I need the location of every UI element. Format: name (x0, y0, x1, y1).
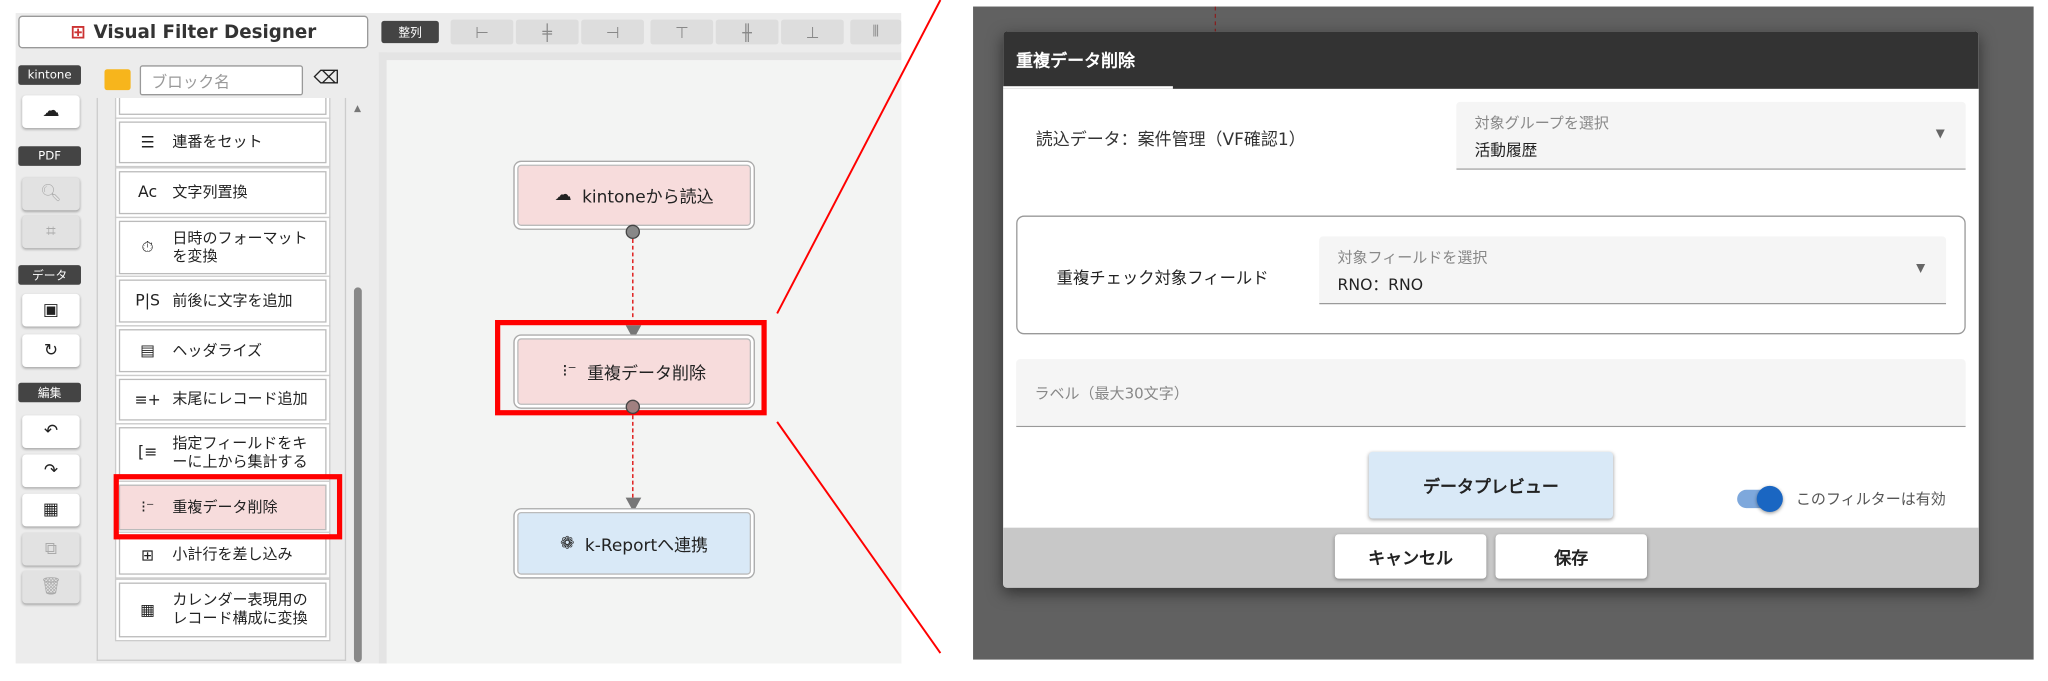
dup-field-label: 重複チェック対象フィールド (1056, 267, 1269, 288)
cancel-button[interactable]: キャンセル (1334, 534, 1487, 579)
dropdown-arrow-icon: ▼ (1935, 127, 1945, 142)
filter-enabled-toggle[interactable] (1737, 485, 1783, 512)
dropdown-arrow-icon: ▼ (1916, 262, 1926, 276)
dedupe-dialog: 重複データ削除 読込データ：案件管理（VF確認1） 対象グループを選択 活動履歴… (1003, 31, 1979, 588)
dialog-footer (1003, 527, 1979, 588)
callout-line-top (776, 0, 942, 314)
connector-line (1214, 6, 1216, 33)
data-preview-button[interactable]: データプレビュー (1368, 451, 1614, 519)
group-select[interactable]: 対象グループを選択 活動履歴 ▼ (1456, 101, 1966, 170)
save-dialog-button[interactable]: 保存 (1495, 534, 1648, 579)
toggle-label: このフィルターは有効 (1795, 489, 1946, 509)
callout-line-bottom (776, 421, 942, 654)
read-data-label: 読込データ：案件管理（VF確認1） (1035, 130, 1306, 151)
toggle-knob[interactable] (1756, 485, 1783, 512)
dialog-title-tab[interactable]: 重複データ削除 (1003, 31, 1173, 89)
field-select[interactable]: 対象フィールドを選択 RNO：RNO ▼ (1319, 236, 1947, 305)
label-input[interactable]: ラベル（最大30文字） (1016, 359, 1966, 428)
